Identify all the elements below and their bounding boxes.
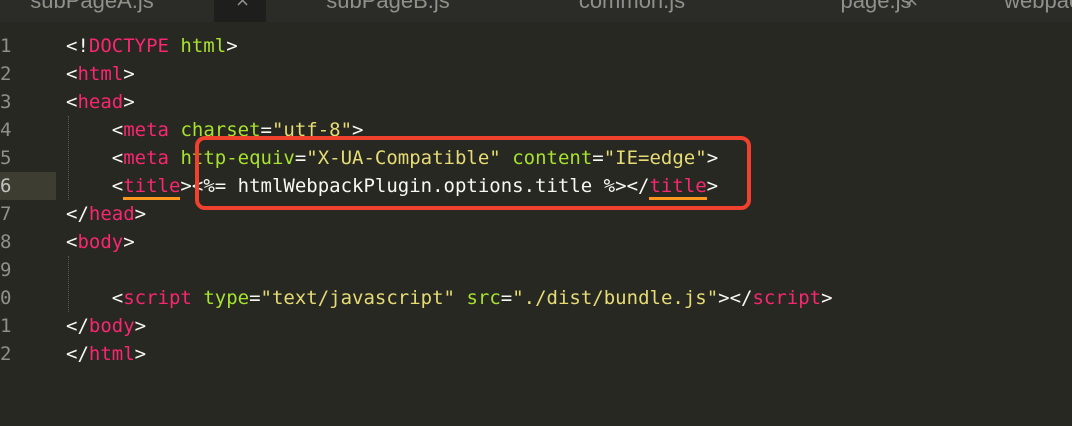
code-text: <script type="text/javascript" src="./di…	[111, 287, 833, 309]
tab-subpagea[interactable]: subPageA.js ×	[0, 0, 250, 22]
code-line: 2 </html>	[0, 340, 1072, 368]
line-number: 8	[0, 231, 12, 253]
code-text: <body>	[66, 231, 135, 253]
tab-label: webpac	[1004, 0, 1072, 13]
code-line: 1 <!DOCTYPE html>	[0, 32, 1072, 60]
code-line: 9	[0, 256, 1072, 284]
line-number: 1	[0, 35, 12, 57]
tab-webpack[interactable]: webpac	[930, 0, 1072, 22]
code-line: 1 </body>	[0, 312, 1072, 340]
line-number: 2	[0, 63, 12, 85]
tab-common[interactable]: common.js ×	[510, 0, 787, 22]
tab-label: subPageB.js	[326, 0, 450, 13]
code-text: </head>	[66, 203, 147, 225]
code-text: </html>	[66, 343, 147, 365]
matched-tag-open: title	[123, 175, 181, 200]
line-number: 3	[0, 91, 12, 113]
line-number: 5	[0, 147, 12, 169]
tab-label: subPageA.js	[30, 0, 154, 13]
line-number: 6	[0, 172, 56, 200]
tab-label: common.js	[578, 0, 686, 13]
tab-subpageb[interactable]: subPageB.js ×	[266, 0, 543, 22]
code-line: 2 <html>	[0, 60, 1072, 88]
line-number: 9	[0, 259, 12, 281]
code-line: 0 <script type="text/javascript" src="./…	[0, 284, 1072, 312]
code-text: <!DOCTYPE html>	[66, 35, 238, 57]
code-text: <html>	[66, 63, 135, 85]
line-number: 1	[0, 315, 12, 337]
annotation-highlight-box	[195, 136, 751, 210]
code-text: <head>	[66, 91, 135, 113]
line-number: 0	[0, 287, 12, 309]
line-number: 4	[0, 119, 12, 141]
code-editor[interactable]: 1 <!DOCTYPE html> 2 <html> 3 <head> 4 <m…	[0, 22, 1072, 426]
line-number: 7	[0, 203, 12, 225]
code-line: 8 <body>	[0, 228, 1072, 256]
code-line: 3 <head>	[0, 88, 1072, 116]
code-text: </body>	[66, 315, 147, 337]
close-icon[interactable]: ×	[235, 0, 250, 11]
tab-bar: subPageA.js × subPageB.js × common.js × …	[0, 0, 1072, 22]
line-number: 2	[0, 343, 12, 365]
close-icon[interactable]: ×	[904, 0, 919, 11]
